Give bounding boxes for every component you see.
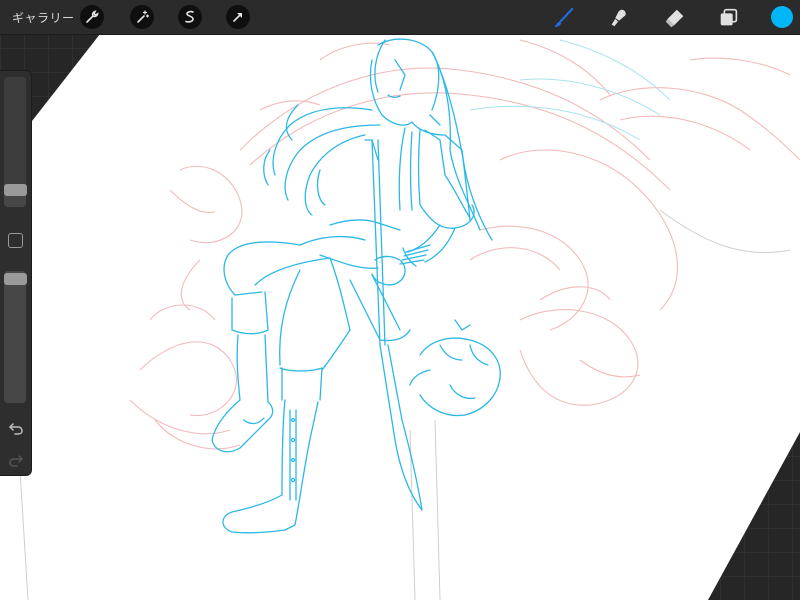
- left-sidebar: [0, 70, 32, 476]
- brush-icon[interactable]: [551, 5, 577, 31]
- undo-icon[interactable]: [7, 419, 25, 437]
- redo-icon[interactable]: [7, 451, 25, 469]
- top-toolbar: ギャラリー: [0, 0, 800, 35]
- smudge-icon[interactable]: [606, 5, 632, 31]
- pink-rough-strokes: [129, 39, 800, 450]
- brush-size-handle[interactable]: [4, 183, 27, 196]
- square-icon[interactable]: [8, 233, 23, 248]
- selection-icon[interactable]: [178, 5, 202, 29]
- gallery-button[interactable]: ギャラリー: [12, 9, 75, 26]
- layers-icon[interactable]: [716, 5, 742, 31]
- transform-arrow-icon[interactable]: [226, 5, 250, 29]
- opacity-fill: [4, 271, 26, 403]
- opacity-slider[interactable]: [4, 271, 26, 403]
- opacity-handle[interactable]: [4, 273, 27, 285]
- magic-wand-icon[interactable]: [130, 5, 154, 29]
- color-picker-button[interactable]: [771, 6, 793, 28]
- character-lineart: [211, 38, 501, 534]
- drawing-canvas[interactable]: [0, 34, 800, 600]
- sketch-artwork: [19, 38, 800, 600]
- eraser-icon[interactable]: [662, 5, 688, 31]
- wrench-icon[interactable]: [80, 5, 104, 29]
- cyan-light-strokes: [469, 39, 671, 141]
